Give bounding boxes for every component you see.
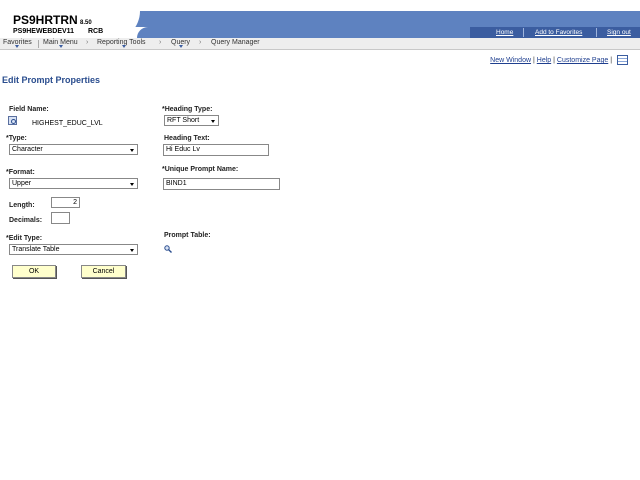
chevron-down-icon <box>59 45 63 48</box>
header: PS9HRTRN 8.50 PS9HEWEBDEV11 RCB Home Add… <box>0 0 640 41</box>
header-banner-curve <box>100 11 140 41</box>
heading-type-label: *Heading Type: <box>162 106 213 113</box>
edit-type-select-value: Translate Table <box>12 246 60 253</box>
unique-prompt-name-field[interactable]: BIND1 <box>163 178 280 190</box>
prompt-table-label: Prompt Table: <box>164 232 211 239</box>
breadcrumb-separator: › <box>159 39 162 46</box>
format-select-value: Upper <box>12 180 32 187</box>
server-name: PS9HEWEBDEV11 <box>13 28 75 35</box>
sign-out-link[interactable]: Sign out <box>607 29 631 36</box>
link-separator: | <box>532 56 535 64</box>
decimals-label: Decimals: <box>9 217 43 224</box>
header-divider <box>523 28 524 37</box>
breadcrumb-separator: › <box>199 39 202 46</box>
heading-text-field[interactable]: Hi Educ Lv <box>163 144 269 156</box>
header-banner-band <box>137 27 470 38</box>
link-separator: | <box>610 56 613 64</box>
heading-type-select-value: RFT Short <box>167 117 200 124</box>
field-name-label: Field Name: <box>9 106 49 113</box>
nav-divider <box>38 40 39 48</box>
grid-icon[interactable] <box>617 55 628 65</box>
chevron-down-icon <box>211 120 215 123</box>
customize-page-link[interactable]: Customize Page <box>557 57 608 64</box>
home-link[interactable]: Home <box>496 29 513 36</box>
user-id: RCB <box>88 28 104 35</box>
link-separator: | <box>553 56 555 64</box>
chevron-down-icon <box>15 45 19 48</box>
field-detail-icon[interactable] <box>8 116 17 125</box>
chevron-down-icon <box>179 45 183 48</box>
cancel-button[interactable]: Cancel <box>81 265 126 278</box>
add-to-favorites-link[interactable]: Add to Favorites <box>535 29 582 36</box>
page-links: New Window | Help | Customize Page | <box>490 55 628 65</box>
type-select[interactable]: Character <box>9 144 138 155</box>
type-select-value: Character <box>12 146 43 153</box>
heading-type-select[interactable]: RFT Short <box>164 115 219 126</box>
chevron-down-icon <box>130 183 134 186</box>
search-icon[interactable] <box>164 245 172 253</box>
chevron-down-icon <box>130 149 134 152</box>
breadcrumb-separator: › <box>86 39 89 46</box>
chevron-down-icon <box>130 249 134 252</box>
ok-button[interactable]: OK <box>12 265 56 278</box>
length-field[interactable]: 2 <box>51 197 80 208</box>
edit-type-select[interactable]: Translate Table <box>9 244 138 255</box>
nav-query-manager[interactable]: Query Manager <box>211 39 260 46</box>
help-link[interactable]: Help <box>537 57 551 64</box>
new-window-link[interactable]: New Window <box>490 57 531 64</box>
length-label: Length: <box>9 202 35 209</box>
header-banner <box>115 11 640 27</box>
edit-type-label: *Edit Type: <box>6 235 43 242</box>
chevron-down-icon <box>122 45 126 48</box>
format-select[interactable]: Upper <box>9 178 138 189</box>
decimals-field[interactable] <box>51 212 70 224</box>
unique-prompt-name-label: *Unique Prompt Name: <box>162 166 239 173</box>
menu-bar: Favorites Main Menu › Reporting Tools › … <box>0 38 640 50</box>
database-name: PS9HRTRN <box>13 13 78 27</box>
page-title: Edit Prompt Properties <box>2 75 101 85</box>
database-version: 8.50 <box>80 20 92 26</box>
heading-text-label: Heading Text: <box>164 135 210 142</box>
field-name-value: HIGHEST_EDUC_LVL <box>32 120 103 127</box>
format-label: *Format: <box>6 169 35 176</box>
header-divider <box>596 28 597 37</box>
type-label: *Type: <box>6 135 27 142</box>
